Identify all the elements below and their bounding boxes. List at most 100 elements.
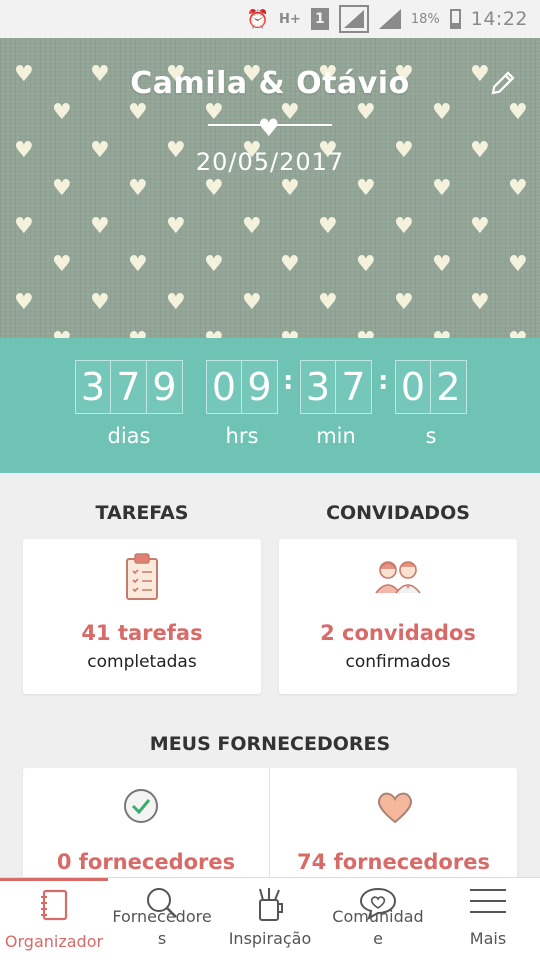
- wedding-header: ♥ ♥ ♥ ♥ ♥ ♥ ♥ ♥ ♥ ♥ ♥ ♥ ♥ ♥ ♥ ♥ ♥ ♥ ♥ ♥ ♥ ♥ ♥ ♥ ♥ ♥ ♥ ♥ ♥ ♥ ♥ ♥ ♥ ♥ ♥ ♥ ♥ ♥ ♥ ♥…: [0, 38, 540, 338]
- countdown-digit: 7: [111, 360, 147, 414]
- nav-label-line1: Fornecedore: [112, 907, 212, 926]
- clipboard-icon: [124, 551, 160, 605]
- pattern-heart-icon: ♥: [204, 252, 224, 277]
- pattern-heart-icon: ♥: [128, 330, 148, 339]
- nav-fornecedores[interactable]: Fornecedore s: [104, 878, 220, 960]
- couple-names: Camila & Otávio: [130, 66, 410, 101]
- pattern-heart-icon: ♥: [52, 252, 72, 277]
- countdown-digit: 3: [75, 360, 111, 414]
- guests-card[interactable]: 2 convidados confirmados: [279, 539, 517, 694]
- nav-comunidade[interactable]: Comunidad e: [320, 878, 436, 960]
- pattern-heart-icon: ♥: [280, 330, 300, 339]
- battery-percent: 18%: [410, 11, 440, 27]
- guests-count: 2 convidados: [320, 621, 476, 645]
- countdown-digit: 2: [431, 360, 467, 414]
- pattern-heart-icon: ♥: [356, 100, 376, 125]
- nav-label: Organizador: [4, 932, 104, 951]
- bottom-navigation: Organizador Fornecedore s Inspiração Com…: [0, 877, 540, 960]
- nav-label-line2: e: [373, 929, 383, 948]
- vendors-hired-count: 0 fornecedores: [56, 850, 236, 874]
- notebook-icon: [39, 889, 69, 927]
- pattern-heart-icon: ♥: [14, 214, 34, 239]
- countdown-minutes: 3 7: [300, 360, 372, 414]
- vendors-saved-count: 74 fornecedores: [297, 850, 490, 874]
- days-label: dias: [107, 424, 151, 448]
- nav-organizador[interactable]: Organizador: [0, 878, 108, 960]
- pattern-heart-icon: ♥: [508, 330, 528, 339]
- pattern-heart-icon: ♥: [90, 214, 110, 239]
- pattern-heart-icon: ♥: [128, 176, 148, 201]
- vendors-saved[interactable]: 74 fornecedores: [270, 768, 517, 883]
- pattern-heart-icon: ♥: [356, 252, 376, 277]
- pattern-heart-icon: ♥: [508, 176, 528, 201]
- nav-label-line1: Comunidad: [332, 907, 424, 926]
- divider-heart-icon: ♥: [258, 114, 280, 142]
- countdown-digit: 9: [147, 360, 183, 414]
- network-type-icon: H+: [279, 11, 301, 27]
- pattern-heart-icon: ♥: [52, 330, 72, 339]
- pattern-heart-icon: ♥: [204, 176, 224, 201]
- couple-icon: [373, 557, 423, 599]
- battery-icon: [449, 9, 461, 29]
- pattern-heart-icon: ♥: [470, 290, 490, 315]
- pattern-heart-icon: ♥: [432, 252, 452, 277]
- countdown-digit: 7: [336, 360, 372, 414]
- pattern-heart-icon: ♥: [280, 252, 300, 277]
- pattern-heart-icon: ♥: [242, 214, 262, 239]
- vendors-section-title: MEUS FORNECEDORES: [149, 733, 391, 755]
- pattern-heart-icon: ♥: [280, 176, 300, 201]
- countdown-days: 3 7 9: [75, 360, 183, 414]
- pattern-heart-icon: ♥: [432, 176, 452, 201]
- tasks-count: 41 tarefas: [81, 621, 203, 645]
- minutes-label: min: [316, 424, 356, 448]
- pattern-heart-icon: ♥: [432, 330, 452, 339]
- signal-icon: [338, 5, 369, 33]
- tasks-sub: completadas: [87, 652, 197, 672]
- pattern-heart-icon: ♥: [470, 214, 490, 239]
- pattern-heart-icon: ♥: [318, 290, 338, 315]
- clock: 14:22: [470, 8, 528, 30]
- sim-icon: 1: [310, 8, 329, 30]
- wedding-date: 20/05/2017: [195, 148, 345, 176]
- tasks-section-title: TAREFAS: [95, 502, 189, 524]
- title-divider: ♥: [208, 114, 332, 142]
- countdown-panel: 3 7 9 0 9 : 3 7 : 0 2 dias hrs min s: [0, 338, 540, 473]
- pattern-heart-icon: ♥: [14, 290, 34, 315]
- countdown-digit: 3: [300, 360, 336, 414]
- pattern-heart-icon: ♥: [128, 252, 148, 277]
- pattern-heart-icon: ♥: [166, 214, 186, 239]
- tasks-card[interactable]: 41 tarefas completadas: [23, 539, 261, 694]
- pattern-heart-icon: ♥: [242, 290, 262, 315]
- nav-inspiracao[interactable]: Inspiração: [220, 878, 320, 960]
- pattern-heart-icon: ♥: [318, 214, 338, 239]
- pattern-heart-icon: ♥: [356, 330, 376, 339]
- pattern-heart-icon: ♥: [508, 100, 528, 125]
- alarm-icon: ⏰: [246, 8, 270, 30]
- countdown-digit: 9: [242, 360, 278, 414]
- guests-section-title: CONVIDADOS: [326, 502, 470, 524]
- countdown-hours: 0 9: [206, 360, 278, 414]
- pattern-heart-icon: ♥: [90, 290, 110, 315]
- countdown-digit: 0: [206, 360, 242, 414]
- status-bar: ⏰ H+ 1 18% 14:22: [0, 0, 540, 38]
- heart-icon: [376, 790, 414, 828]
- countdown-digit: 0: [395, 360, 431, 414]
- seconds-label: s: [425, 424, 437, 448]
- pattern-heart-icon: ♥: [52, 100, 72, 125]
- vendors-hired[interactable]: 0 fornecedores: [23, 768, 269, 883]
- pattern-heart-icon: ♥: [166, 290, 186, 315]
- menu-icon: [468, 886, 508, 920]
- countdown-separator: :: [378, 366, 389, 396]
- nav-label: Inspiração: [228, 929, 312, 948]
- nav-mais[interactable]: Mais: [436, 878, 540, 960]
- countdown-seconds: 0 2: [395, 360, 467, 414]
- pattern-heart-icon: ♥: [52, 176, 72, 201]
- countdown-separator: :: [283, 366, 294, 396]
- pattern-heart-icon: ♥: [128, 100, 148, 125]
- nav-label-line2: s: [157, 929, 167, 948]
- pattern-heart-icon: ♥: [394, 290, 414, 315]
- hours-label: hrs: [225, 424, 259, 448]
- pencil-icon[interactable]: [488, 68, 518, 98]
- pattern-heart-icon: ♥: [432, 100, 452, 125]
- pattern-heart-icon: ♥: [204, 330, 224, 339]
